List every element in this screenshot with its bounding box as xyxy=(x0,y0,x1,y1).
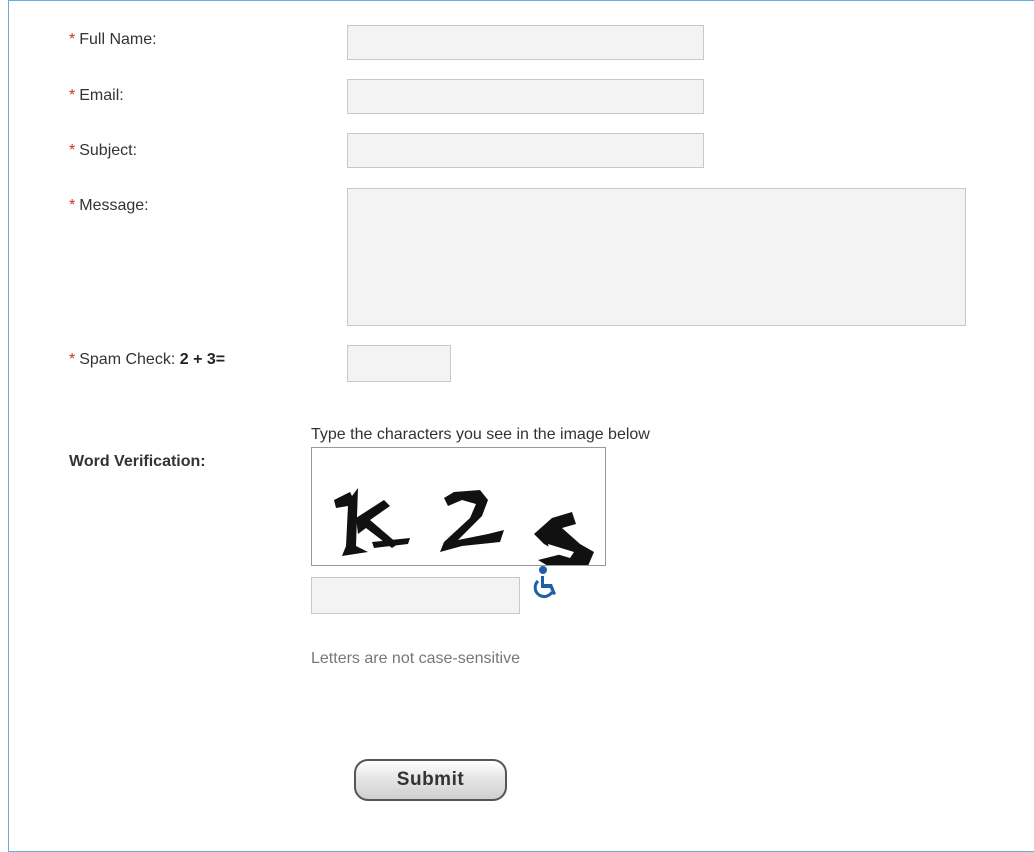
case-sensitivity-note: Letters are not case-sensitive xyxy=(311,650,520,667)
message-label: * Message: xyxy=(69,197,149,214)
spam-check-label: * Spam Check: 2 + 3= xyxy=(69,351,226,368)
wheelchair-icon[interactable] xyxy=(528,565,560,601)
captcha-glyphs xyxy=(334,488,594,565)
spam-check-input[interactable] xyxy=(347,345,451,382)
captcha-hint: Type the characters you see in the image… xyxy=(311,426,650,443)
required-mark: * xyxy=(69,87,76,104)
full-name-input[interactable] xyxy=(347,25,704,60)
required-mark: * xyxy=(69,142,76,159)
submit-button[interactable]: Submit xyxy=(354,759,507,801)
word-verification-label: Word Verification: xyxy=(69,453,206,470)
captcha-image xyxy=(311,447,606,566)
spam-check-question: 2 + 3= xyxy=(179,351,226,368)
required-mark: * xyxy=(69,351,76,368)
required-mark: * xyxy=(69,31,76,48)
required-mark: * xyxy=(69,197,76,214)
full-name-label: * Full Name: xyxy=(69,31,157,48)
subject-label: * Subject: xyxy=(69,142,138,159)
message-textarea[interactable] xyxy=(347,188,966,326)
subject-input[interactable] xyxy=(347,133,704,168)
captcha-input[interactable] xyxy=(311,577,520,614)
email-label: * Email: xyxy=(69,87,124,104)
email-input[interactable] xyxy=(347,79,704,114)
